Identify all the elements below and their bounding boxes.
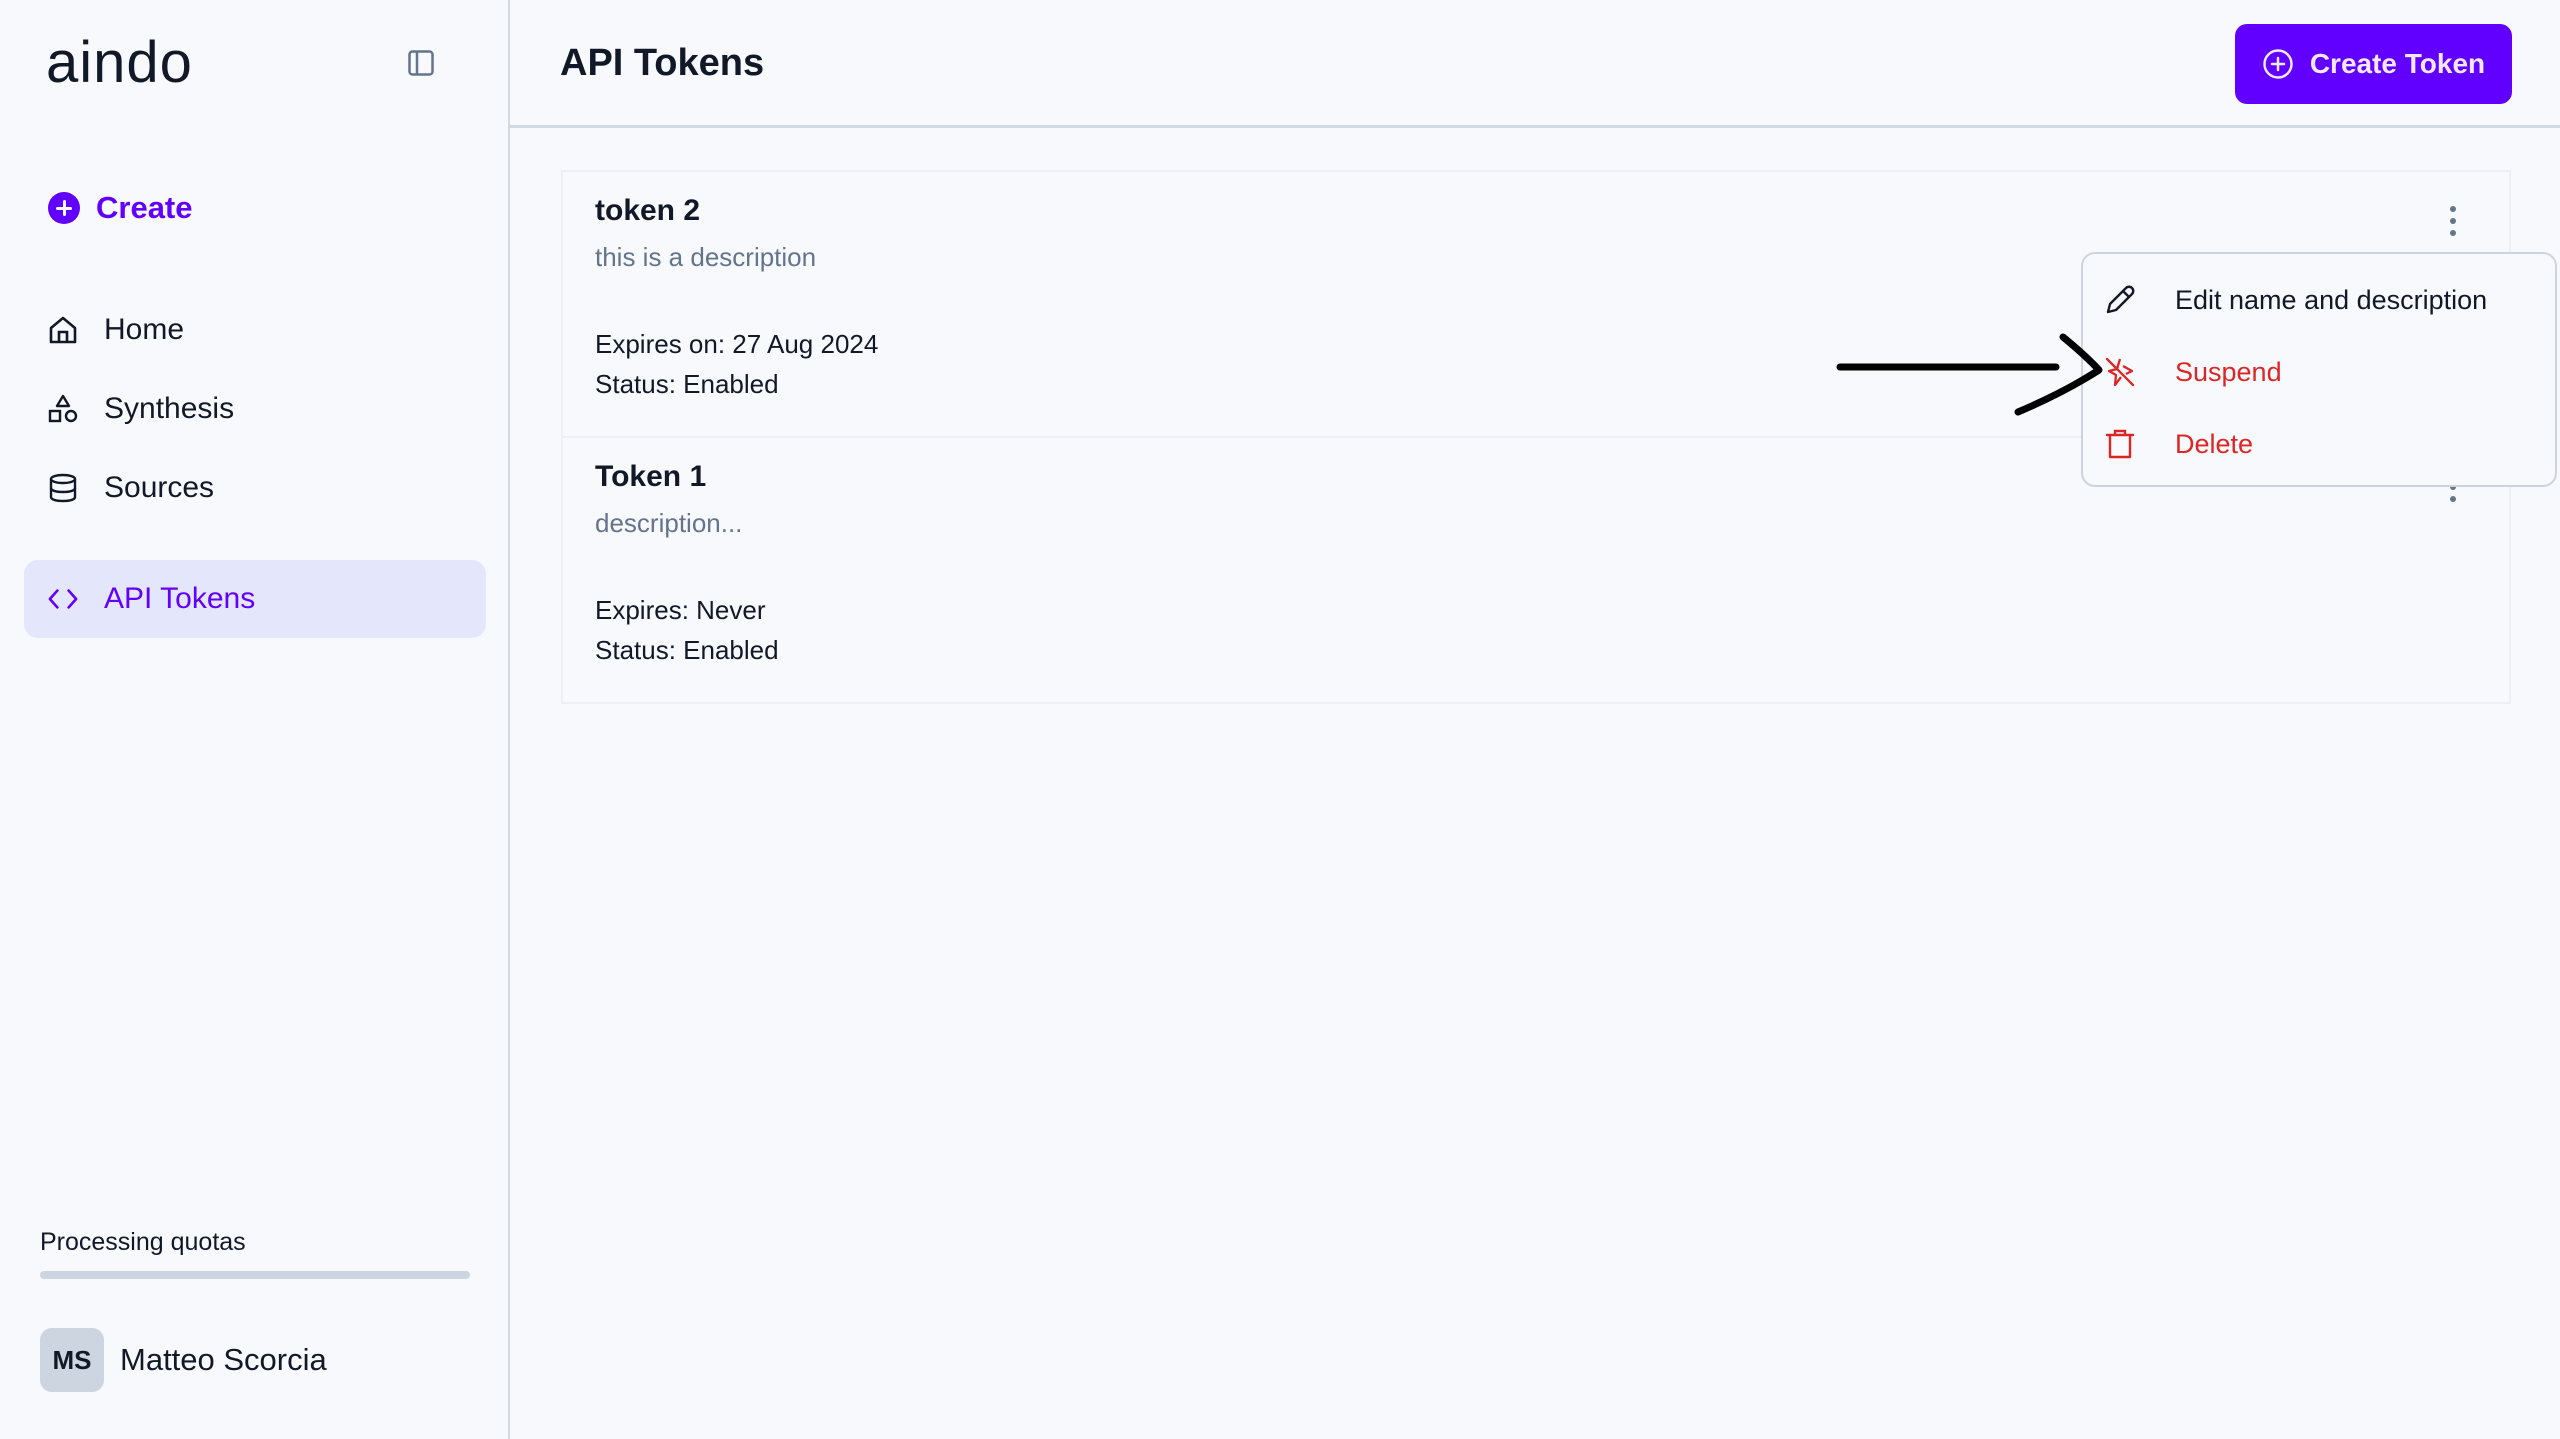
- create-label: Create: [96, 190, 193, 225]
- user-name: Matteo Scorcia: [120, 1342, 327, 1377]
- sidebar-item-api-tokens[interactable]: API Tokens: [24, 560, 486, 638]
- sidebar-item-label: Sources: [104, 471, 215, 504]
- sidebar-toggle-button[interactable]: [408, 50, 434, 76]
- menu-item-edit[interactable]: Edit name and description: [2103, 272, 2533, 328]
- home-icon: [48, 315, 78, 345]
- shapes-icon: [48, 394, 78, 424]
- database-icon: [48, 473, 78, 503]
- menu-item-suspend[interactable]: Suspend: [2103, 344, 2533, 400]
- page-title: API Tokens: [560, 42, 765, 84]
- aindo-logo[interactable]: aindo: [46, 34, 193, 92]
- sidebar-item-sources[interactable]: Sources: [24, 449, 486, 527]
- more-options-button[interactable]: [2443, 206, 2463, 236]
- user-profile[interactable]: MS Matteo Scorcia: [40, 1328, 327, 1392]
- kebab-dot: [2450, 206, 2456, 212]
- kebab-dot: [2450, 218, 2456, 224]
- token-description: this is a description: [595, 242, 817, 272]
- token-expires: Expires: Never: [595, 595, 766, 625]
- token-name: Token 1: [595, 460, 707, 493]
- create-button[interactable]: Create: [48, 190, 193, 226]
- code-icon: [48, 584, 78, 614]
- trash-icon: [2103, 427, 2137, 461]
- sidebar-item-synthesis[interactable]: Synthesis: [24, 370, 486, 448]
- sidebar-item-label: Home: [104, 313, 185, 346]
- token-status: Status: Enabled: [595, 369, 779, 399]
- avatar: MS: [40, 1328, 104, 1392]
- menu-item-delete[interactable]: Delete: [2103, 416, 2533, 472]
- sidebar-item-label: API Tokens: [104, 582, 256, 615]
- kebab-dot: [2450, 230, 2456, 236]
- sidebar-item-home[interactable]: Home: [24, 291, 486, 369]
- sidebar-item-label: Synthesis: [104, 392, 235, 425]
- kebab-dot: [2450, 496, 2456, 502]
- token-expires: Expires on: 27 Aug 2024: [595, 329, 879, 359]
- token-name: token 2: [595, 194, 701, 227]
- processing-quotas-bar: [40, 1271, 470, 1279]
- token-context-menu: Edit name and description Suspend Delete: [2081, 252, 2557, 487]
- processing-quotas-label: Processing quotas: [40, 1228, 246, 1256]
- menu-item-label: Edit name and description: [2175, 284, 2488, 315]
- plus-circle-icon: [2263, 49, 2293, 79]
- pencil-icon: [2103, 283, 2137, 317]
- create-token-button[interactable]: Create Token: [2235, 24, 2512, 104]
- suspend-icon: [2103, 355, 2137, 389]
- token-description: description...: [595, 508, 743, 538]
- token-status: Status: Enabled: [595, 635, 779, 665]
- sidebar-panel-icon: [408, 50, 434, 76]
- page-header: API Tokens Create Token: [510, 0, 2560, 128]
- plus-circle-icon: [48, 192, 80, 224]
- menu-item-label: Delete: [2175, 428, 2254, 459]
- sidebar: aindo Create Home Synthesis Sources API …: [0, 0, 510, 1439]
- create-token-label: Create Token: [2309, 48, 2486, 79]
- menu-item-label: Suspend: [2175, 356, 2282, 387]
